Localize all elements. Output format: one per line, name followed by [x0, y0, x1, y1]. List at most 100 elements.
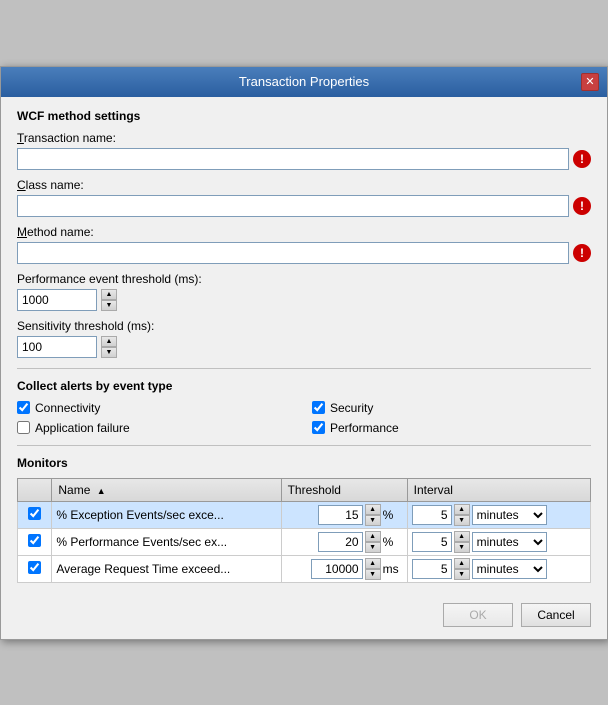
perf-threshold-spinner-btns: ▲ ▼ [101, 289, 117, 311]
monitor-row-2-interval-down[interactable]: ▼ [454, 542, 470, 553]
col-name[interactable]: Name ▲ [52, 478, 281, 501]
dialog-title: Transaction Properties [27, 74, 581, 89]
monitor-row-1-checkbox[interactable] [28, 507, 41, 520]
monitors-section-title: Monitors [17, 456, 591, 470]
monitor-row-2-interval-select[interactable]: minutes seconds hours [472, 532, 547, 552]
monitor-row-1-unit: % [383, 508, 403, 522]
cb-security-row: Security [312, 401, 591, 415]
perf-threshold-input[interactable] [17, 289, 97, 311]
perf-threshold-group: Performance event threshold (ms): ▲ ▼ [17, 272, 591, 311]
dialog-body: WCF method settings Transaction name: ! … [1, 97, 607, 595]
monitor-row-1-interval-down[interactable]: ▼ [454, 515, 470, 526]
monitor-row-3-threshold-up[interactable]: ▲ [365, 558, 381, 569]
method-name-group: Method name: ! [17, 225, 591, 264]
monitor-row-1-name: % Exception Events/sec exce... [52, 501, 281, 528]
monitor-row-1-threshold-spinner: ▲ ▼ [365, 504, 381, 526]
monitor-row-1-threshold-cell: ▲ ▼ % [281, 501, 407, 528]
monitors-table-body: % Exception Events/sec exce... ▲ ▼ % [18, 501, 591, 582]
sensitivity-threshold-spinner-group: ▲ ▼ [17, 336, 591, 358]
perf-threshold-up-btn[interactable]: ▲ [101, 289, 117, 300]
monitor-row-1-interval-select[interactable]: minutes seconds hours [472, 505, 547, 525]
sensitivity-threshold-label: Sensitivity threshold (ms): [17, 319, 591, 333]
sensitivity-threshold-spinner-btns: ▲ ▼ [101, 336, 117, 358]
sort-arrow: ▲ [97, 486, 106, 496]
class-name-label: Class name: [17, 178, 591, 192]
monitor-row-3-name: Average Request Time exceed... [52, 555, 281, 582]
alerts-section-title: Collect alerts by event type [17, 379, 591, 393]
monitors-table-header: Name ▲ Threshold Interval [18, 478, 591, 501]
monitors-table: Name ▲ Threshold Interval % Exception Ev… [17, 478, 591, 583]
monitor-row-2-threshold-group: ▲ ▼ % [286, 531, 403, 553]
transaction-name-row: ! [17, 148, 591, 170]
monitor-row-1-check-cell [18, 501, 52, 528]
monitor-row-1-threshold-group: ▲ ▼ % [286, 504, 403, 526]
monitor-row-2-interval-spinner: ▲ ▼ [454, 531, 470, 553]
sensitivity-threshold-down-btn[interactable]: ▼ [101, 347, 117, 358]
col-threshold[interactable]: Threshold [281, 478, 407, 501]
transaction-name-input[interactable] [17, 148, 569, 170]
monitor-row-3-checkbox[interactable] [28, 561, 41, 574]
monitor-row-2-interval-input[interactable] [412, 532, 452, 552]
monitor-row-2-threshold-down[interactable]: ▼ [365, 542, 381, 553]
transaction-name-group: Transaction name: ! [17, 131, 591, 170]
close-button[interactable]: ✕ [581, 73, 599, 91]
monitor-row-2-name: % Performance Events/sec ex... [52, 528, 281, 555]
transaction-name-label: Transaction name: [17, 131, 591, 145]
monitor-row-2-interval-group: ▲ ▼ minutes seconds hours [412, 531, 586, 553]
class-name-row: ! [17, 195, 591, 217]
monitor-row-3-threshold-spinner: ▲ ▼ [365, 558, 381, 580]
connectivity-label: Connectivity [35, 401, 100, 415]
method-name-input[interactable] [17, 242, 569, 264]
cb-performance-row: Performance [312, 421, 591, 435]
monitor-row-3-check-cell [18, 555, 52, 582]
monitor-row-3-threshold-group: ▲ ▼ ms [286, 558, 403, 580]
connectivity-checkbox[interactable] [17, 401, 30, 414]
ok-button[interactable]: OK [443, 603, 513, 627]
monitor-row-3-interval-input[interactable] [412, 559, 452, 579]
appfailure-checkbox[interactable] [17, 421, 30, 434]
monitor-row-2-check-cell [18, 528, 52, 555]
wcf-section-title: WCF method settings [17, 109, 591, 123]
monitor-row-1-threshold-down[interactable]: ▼ [365, 515, 381, 526]
cb-appfailure-row: Application failure [17, 421, 296, 435]
monitor-row-3-interval-group: ▲ ▼ minutes seconds hours [412, 558, 586, 580]
monitor-row-2-threshold-input[interactable] [318, 532, 363, 552]
monitor-row-2-checkbox[interactable] [28, 534, 41, 547]
monitor-row-1-interval-input[interactable] [412, 505, 452, 525]
monitor-row-3-threshold-down[interactable]: ▼ [365, 569, 381, 580]
monitor-row-1-interval-up[interactable]: ▲ [454, 504, 470, 515]
perf-threshold-down-btn[interactable]: ▼ [101, 300, 117, 311]
monitor-row-2-unit: % [383, 535, 403, 549]
monitor-row-3-threshold-cell: ▲ ▼ ms [281, 555, 407, 582]
monitor-row-2-interval-cell: ▲ ▼ minutes seconds hours [407, 528, 590, 555]
cancel-button[interactable]: Cancel [521, 603, 591, 627]
col-interval[interactable]: Interval [407, 478, 590, 501]
method-name-label: Method name: [17, 225, 591, 239]
performance-checkbox[interactable] [312, 421, 325, 434]
perf-threshold-spinner-group: ▲ ▼ [17, 289, 591, 311]
monitor-row-3-interval-select[interactable]: minutes seconds hours [472, 559, 547, 579]
monitor-row-2-interval-up[interactable]: ▲ [454, 531, 470, 542]
class-name-input[interactable] [17, 195, 569, 217]
transaction-name-error-icon: ! [573, 150, 591, 168]
method-name-row: ! [17, 242, 591, 264]
monitor-row-1-interval-spinner: ▲ ▼ [454, 504, 470, 526]
class-name-error-icon: ! [573, 197, 591, 215]
monitor-row-2: % Performance Events/sec ex... ▲ ▼ % [18, 528, 591, 555]
class-name-group: Class name: ! [17, 178, 591, 217]
sensitivity-threshold-input[interactable] [17, 336, 97, 358]
col-check [18, 478, 52, 501]
monitor-row-3-interval-down[interactable]: ▼ [454, 569, 470, 580]
sensitivity-threshold-up-btn[interactable]: ▲ [101, 336, 117, 347]
monitor-row-3-threshold-input[interactable] [311, 559, 363, 579]
monitor-row-1-threshold-up[interactable]: ▲ [365, 504, 381, 515]
appfailure-label: Application failure [35, 421, 130, 435]
monitor-row-1-threshold-input[interactable] [318, 505, 363, 525]
dialog-footer: OK Cancel [1, 595, 607, 639]
monitor-row-2-threshold-up[interactable]: ▲ [365, 531, 381, 542]
monitor-row-3-interval-up[interactable]: ▲ [454, 558, 470, 569]
security-checkbox[interactable] [312, 401, 325, 414]
monitor-row-1: % Exception Events/sec exce... ▲ ▼ % [18, 501, 591, 528]
divider-1 [17, 368, 591, 369]
monitor-row-2-threshold-cell: ▲ ▼ % [281, 528, 407, 555]
